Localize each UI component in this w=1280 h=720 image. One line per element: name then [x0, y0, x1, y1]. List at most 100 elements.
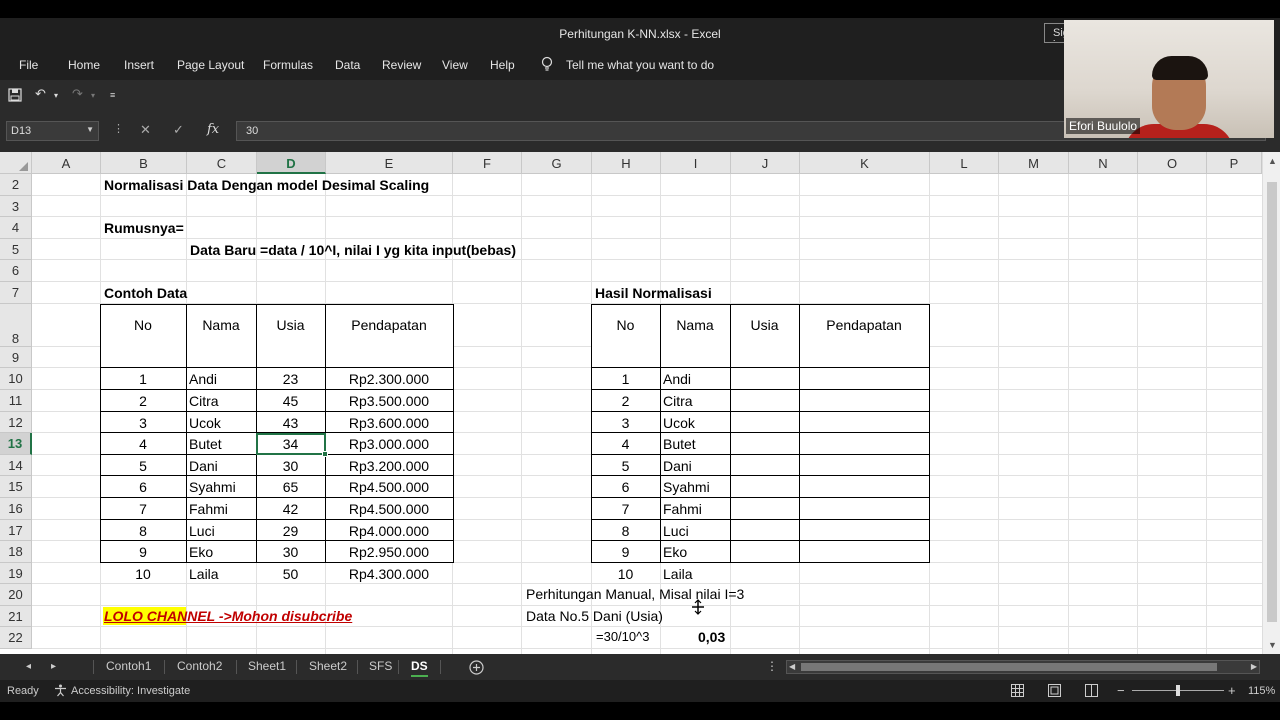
table-cell[interactable]: 50 [256, 566, 325, 582]
table-cell[interactable]: 7 [100, 501, 186, 517]
tab-insert[interactable]: Insert [124, 58, 154, 72]
table-cell[interactable]: 2 [591, 393, 660, 409]
row-header[interactable]: 20 [0, 584, 32, 606]
sheet-tab-ds[interactable]: DS [411, 659, 428, 677]
table-cell[interactable]: Fahmi [663, 501, 702, 517]
row-header[interactable]: 18 [0, 541, 32, 563]
table-cell[interactable]: 29 [256, 523, 325, 539]
page-break-view-icon[interactable] [1085, 684, 1098, 697]
row-header[interactable]: 15 [0, 476, 32, 498]
enter-icon[interactable]: ✓ [173, 122, 184, 138]
table-cell[interactable]: 45 [256, 393, 325, 409]
table-cell[interactable]: Rp4.300.000 [325, 566, 453, 582]
table-cell[interactable]: 6 [100, 479, 186, 495]
table-cell[interactable]: Ucok [663, 415, 695, 431]
column-header[interactable]: A [32, 152, 101, 174]
table-cell[interactable]: 42 [256, 501, 325, 517]
column-header[interactable]: J [731, 152, 800, 174]
table-cell[interactable]: 1 [591, 371, 660, 387]
row-header[interactable]: 10 [0, 368, 32, 390]
row-header[interactable]: 6 [0, 260, 32, 282]
table-cell[interactable]: Eko [663, 544, 687, 560]
tell-me-search[interactable]: Tell me what you want to do [566, 58, 714, 72]
table-cell[interactable]: Rp4.500.000 [325, 501, 453, 517]
table-cell[interactable]: 8 [591, 523, 660, 539]
table-cell[interactable]: 1 [100, 371, 186, 387]
column-header[interactable]: K [800, 152, 930, 174]
table-cell[interactable]: 3 [100, 415, 186, 431]
table-cell[interactable]: Luci [663, 523, 689, 539]
sheet-tab-sfs[interactable]: SFS [369, 659, 392, 673]
chevron-down-icon[interactable]: ▼ [86, 125, 94, 134]
table-cell[interactable]: 5 [591, 458, 660, 474]
table-cell[interactable]: 30 [256, 544, 325, 560]
row-header[interactable]: 7 [0, 282, 32, 304]
page-layout-view-icon[interactable] [1048, 684, 1061, 697]
row-header[interactable]: 3 [0, 196, 32, 217]
table-cell[interactable]: Fahmi [189, 501, 228, 517]
table-cell[interactable]: Dani [189, 458, 218, 474]
table-cell[interactable]: 9 [100, 544, 186, 560]
name-box[interactable]: D13 ▼ [6, 121, 99, 141]
vertical-scrollbar[interactable]: ▲ ▼ [1262, 152, 1280, 654]
table-cell[interactable]: Andi [189, 371, 217, 387]
table-cell[interactable]: 8 [100, 523, 186, 539]
table-cell[interactable]: 10 [100, 566, 186, 582]
column-header[interactable]: O [1138, 152, 1207, 174]
scroll-down-icon[interactable]: ▼ [1268, 640, 1277, 650]
table-cell[interactable]: Luci [189, 523, 215, 539]
table-cell[interactable]: Dani [663, 458, 692, 474]
table-cell[interactable]: 4 [100, 436, 186, 452]
scroll-left-icon[interactable]: ◀ [789, 662, 795, 671]
zoom-level[interactable]: 115% [1248, 685, 1275, 697]
scroll-right-icon[interactable]: ▶ [1251, 662, 1257, 671]
table-cell[interactable]: Rp3.200.000 [325, 458, 453, 474]
table-cell[interactable]: Ucok [189, 415, 221, 431]
row-header[interactable]: 21 [0, 606, 32, 627]
table-cell[interactable]: 5 [100, 458, 186, 474]
accessibility-status[interactable]: Accessibility: Investigate [71, 685, 190, 697]
select-all-corner[interactable] [0, 152, 32, 174]
row-header[interactable]: 19 [0, 563, 32, 584]
scrollbar-thumb[interactable] [1267, 182, 1277, 622]
more-icon[interactable]: ⋮ [766, 659, 778, 673]
table-cell[interactable]: 4 [591, 436, 660, 452]
table-cell[interactable]: Rp4.000.000 [325, 523, 453, 539]
table-cell[interactable]: Andi [663, 371, 691, 387]
tab-view[interactable]: View [442, 58, 468, 72]
table-cell[interactable]: 2 [100, 393, 186, 409]
redo-dropdown-icon[interactable]: ▾ [91, 91, 95, 100]
customize-qat-icon[interactable]: ≡ [110, 90, 115, 100]
table-cell[interactable]: Eko [189, 544, 213, 560]
column-header-selected[interactable]: D [257, 152, 326, 174]
horizontal-scrollbar[interactable]: ◀ ▶ [786, 660, 1260, 674]
row-header[interactable]: 16 [0, 498, 32, 520]
sheet-tab-contoh1[interactable]: Contoh1 [106, 659, 151, 673]
table-cell[interactable]: Rp4.500.000 [325, 479, 453, 495]
column-header[interactable]: B [101, 152, 187, 174]
tab-file[interactable]: File [19, 58, 38, 72]
row-header[interactable]: 14 [0, 455, 32, 476]
undo-dropdown-icon[interactable]: ▾ [54, 91, 58, 100]
table-cell[interactable]: 7 [591, 501, 660, 517]
column-header[interactable]: G [522, 152, 592, 174]
column-header[interactable]: H [592, 152, 661, 174]
table-cell[interactable]: 65 [256, 479, 325, 495]
next-sheet-icon[interactable]: ▸ [51, 661, 56, 672]
table-cell[interactable]: 30 [256, 458, 325, 474]
tab-review[interactable]: Review [382, 58, 421, 72]
sheet-tab-contoh2[interactable]: Contoh2 [177, 659, 222, 673]
column-header[interactable]: M [999, 152, 1069, 174]
table-cell[interactable]: Syahmi [663, 479, 710, 495]
table-cell[interactable]: Laila [189, 566, 219, 582]
column-header[interactable]: P [1207, 152, 1262, 174]
row-header[interactable]: 12 [0, 412, 32, 433]
cancel-icon[interactable]: ✕ [140, 122, 151, 138]
undo-icon[interactable]: ↶ [35, 86, 46, 102]
table-cell[interactable]: Rp2.950.000 [325, 544, 453, 560]
insert-function-icon[interactable]: fx [207, 122, 219, 137]
table-cell[interactable]: Laila [663, 566, 693, 582]
row-header[interactable]: 11 [0, 390, 32, 412]
table-cell[interactable]: Rp3.600.000 [325, 415, 453, 431]
column-header[interactable]: L [930, 152, 999, 174]
